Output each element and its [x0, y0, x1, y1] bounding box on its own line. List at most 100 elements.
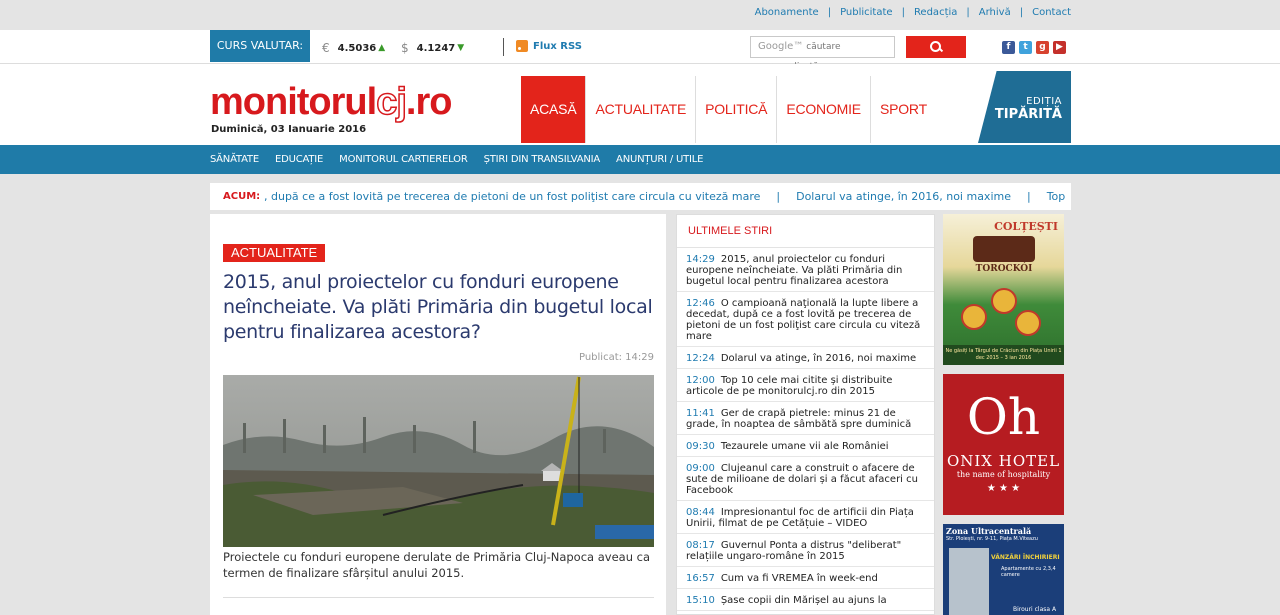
search-input[interactable]: Google™căutare personalizată: [750, 36, 895, 72]
news-list-item[interactable]: 08:44 Impresionantul foc de artificii din…: [677, 501, 934, 534]
print-edition-button[interactable]: EDIȚIA TIPĂRITĂ: [978, 71, 1071, 143]
news-time: 12:24: [686, 353, 715, 364]
logo-part-2: cj: [375, 81, 407, 123]
subnav-monitorul-cartierelor[interactable]: MONITORUL CARTIERELOR: [339, 145, 468, 174]
top-links: Abonamente | Publicitate | Redacția | Ar…: [755, 7, 1071, 18]
site-logo[interactable]: monitorulcj.ro: [210, 81, 453, 123]
separator: |: [827, 7, 832, 18]
news-list-item[interactable]: 12:46 O campioană naţională la lupte libe…: [677, 292, 934, 347]
subnav-anunturi[interactable]: ANUNȚURI / UTILE: [616, 145, 703, 174]
subnav-educatie[interactable]: EDUCAȚIE: [275, 145, 323, 174]
ticker-label: ACUM:: [223, 191, 261, 202]
article-title[interactable]: 2015, anul proiectelor cu fonduri europe…: [223, 270, 663, 345]
news-time: 15:10: [686, 595, 715, 606]
print-edition-line2: TIPĂRITĂ: [994, 107, 1062, 122]
latest-news-list: 14:29 2015, anul proiectelor cu fonduri e…: [677, 248, 934, 611]
logo-part-3: .ro: [405, 81, 453, 123]
ticker-item[interactable]: Dolarul va atinge, în 2016, noi maxime: [796, 190, 1011, 203]
subnav-sanatate[interactable]: SĂNĂTATE: [210, 145, 259, 174]
news-time: 09:30: [686, 441, 715, 452]
arhiva-link[interactable]: Arhivă: [979, 7, 1011, 18]
news-headline[interactable]: Impresionantul foc de artificii din Piaț…: [686, 507, 914, 529]
ad-torockoi[interactable]: COLȚEȘTI TOROCKÓI Ne găsiți la Târgul de…: [943, 214, 1064, 365]
abonamente-link[interactable]: Abonamente: [755, 7, 819, 18]
news-headline[interactable]: 2015, anul proiectelor cu fonduri europe…: [686, 254, 902, 287]
article-caption: Proiectele cu fonduri europene derulate …: [223, 550, 651, 580]
news-time: 12:46: [686, 298, 715, 309]
dollar-icon: $: [401, 41, 409, 55]
google-brand: Google™: [758, 41, 804, 52]
news-time: 09:00: [686, 463, 715, 474]
news-list-item[interactable]: 08:17 Guvernul Ponta a distrus "deliberat…: [677, 534, 934, 567]
curs-valutar-label: CURS VALUTAR:: [210, 30, 310, 62]
top-link-arhiva[interactable]: Arhivă: [979, 7, 1011, 18]
ticker-item[interactable]: , după ce a fost lovită pe trecerea de p…: [264, 190, 760, 203]
nav-sport[interactable]: SPORT: [871, 76, 936, 143]
ticker-separator: |: [776, 190, 781, 203]
redactia-link[interactable]: Redacția: [914, 7, 957, 18]
top-link-redactia[interactable]: Redacția: [914, 7, 957, 18]
ad-line4: Apartamente cu 2,3,4 camere: [1001, 566, 1056, 578]
top-link-contact[interactable]: Contact: [1032, 7, 1071, 18]
news-list-item[interactable]: 09:30 Tezaurele umane vii ale României: [677, 435, 934, 457]
nav-economie[interactable]: ECONOMIE: [777, 76, 871, 143]
google-plus-icon[interactable]: g: [1036, 41, 1049, 54]
ad-line3: VÂNZĂRI ÎNCHIRIERI: [991, 554, 1060, 561]
category-badge[interactable]: ACTUALITATE: [223, 244, 326, 262]
search-button[interactable]: [906, 36, 966, 58]
news-headline[interactable]: Cum va fi VREMEA în week-end: [721, 573, 878, 584]
news-headline[interactable]: Dolarul va atinge, în 2016, noi maxime: [721, 353, 916, 364]
ticker-separator: |: [1026, 190, 1031, 203]
top-link-abonamente[interactable]: Abonamente: [755, 7, 819, 18]
youtube-icon[interactable]: ▶: [1053, 41, 1066, 54]
news-headline[interactable]: Tezaurele umane vii ale României: [721, 441, 889, 452]
construction-site-image: [223, 375, 654, 547]
separator: |: [901, 7, 905, 18]
news-list-item[interactable]: 14:29 2015, anul proiectelor cu fonduri e…: [677, 248, 934, 292]
contact-link[interactable]: Contact: [1032, 7, 1071, 18]
nav-acasa[interactable]: ACASĂ: [521, 76, 587, 143]
rss-link[interactable]: Flux RSS: [516, 40, 582, 52]
news-list-item[interactable]: 12:00 Top 10 cele mai citite și distribui…: [677, 369, 934, 402]
ad-onix-hotel[interactable]: Oh ONIX HOTEL the name of hospitality ★ …: [943, 374, 1064, 515]
news-time: 12:00: [686, 375, 715, 386]
news-headline[interactable]: Clujeanul care a construit o afacere de …: [686, 463, 918, 496]
publicitate-link[interactable]: Publicitate: [840, 7, 893, 18]
divider: [223, 597, 654, 598]
news-headline[interactable]: Guvernul Ponta a distrus "deliberat" rel…: [686, 540, 901, 562]
divider: [503, 38, 504, 56]
news-list-item[interactable]: 16:57 Cum va fi VREMEA în week-end: [677, 567, 934, 589]
usd-rate: $ 4.1247 ▼: [401, 41, 464, 55]
nav-politica[interactable]: POLITICĂ: [696, 76, 778, 143]
ad-logo-text: Oh: [966, 388, 1041, 446]
twitter-icon[interactable]: t: [1019, 41, 1032, 54]
ad-line5: Birouri clasa A: [1013, 606, 1057, 613]
nav-actualitate[interactable]: ACTUALITATE: [586, 76, 697, 143]
news-headline[interactable]: Șase copii din Mărișel au ajuns la: [721, 595, 887, 606]
news-list-item[interactable]: 11:41 Ger de crapă pietrele: minus 21 de …: [677, 402, 934, 435]
social-links: f t g ▶: [1002, 41, 1066, 54]
latest-news-box: ULTIMELE STIRI 14:29 2015, anul proiectel…: [676, 214, 935, 615]
ad-footer: Ne găsiți la Târgul de Crăciun din Piața…: [943, 345, 1064, 365]
ticker-items: , după ce a fost lovită pe trecerea de p…: [264, 183, 1065, 210]
ad-product: TOROCKÓI: [975, 264, 1033, 274]
facebook-icon[interactable]: f: [1002, 41, 1015, 54]
news-list-item[interactable]: 12:24 Dolarul va atinge, în 2016, noi max…: [677, 347, 934, 369]
rss-label: Flux RSS: [533, 40, 582, 52]
ad-line2: Str. Ploiești, nr. 9-11, Piața M.Viteazu: [946, 536, 1038, 542]
ad-real-estate[interactable]: Zona Ultracentrală Str. Ploiești, nr. 9-…: [943, 524, 1064, 615]
arrow-down-icon: ▼: [457, 43, 465, 53]
ad-column: COLȚEȘTI TOROCKÓI Ne găsiți la Târgul de…: [943, 214, 1064, 615]
featured-article: ACTUALITATE 2015, anul proiectelor cu fo…: [210, 214, 666, 615]
news-headline[interactable]: Ger de crapă pietrele: minus 21 de grade…: [686, 408, 911, 430]
news-list-item[interactable]: 09:00 Clujeanul care a construit o afacer…: [677, 457, 934, 501]
news-list-item[interactable]: 15:10 Șase copii din Mărișel au ajuns la: [677, 589, 934, 611]
news-time: 11:41: [686, 408, 715, 419]
top-link-publicitate[interactable]: Publicitate: [840, 7, 893, 18]
news-headline[interactable]: O campioană naţională la lupte libere a …: [686, 298, 920, 342]
news-time: 14:29: [686, 254, 715, 265]
article-photo[interactable]: [223, 375, 654, 547]
subnav-stiri-transilvania[interactable]: ȘTIRI DIN TRANSILVANIA: [484, 145, 601, 174]
news-headline[interactable]: Top 10 cele mai citite și distribuite ar…: [686, 375, 892, 397]
ticker-item[interactable]: Top: [1047, 190, 1066, 203]
